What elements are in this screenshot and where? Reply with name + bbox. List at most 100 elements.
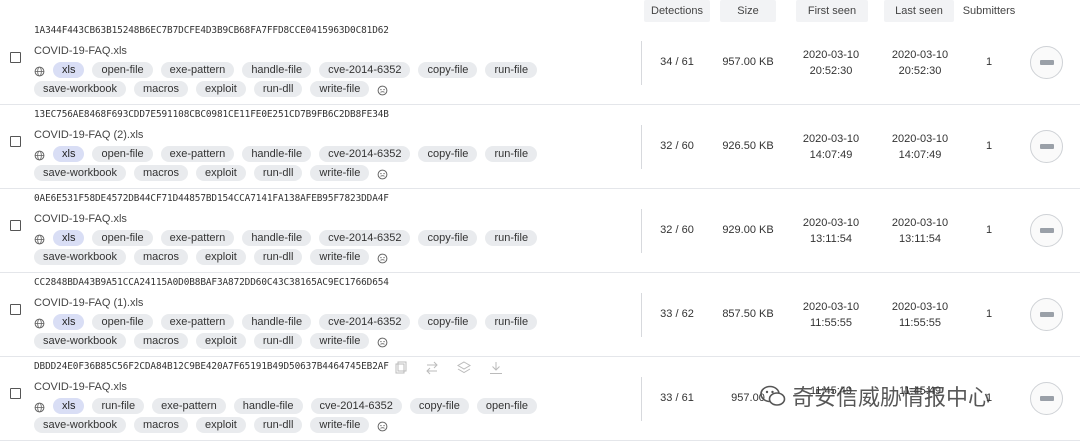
- table-row[interactable]: 0AE6E531F58DE4572DB44CF71D44857BD154CCA7…: [0, 189, 1080, 273]
- tag-chip[interactable]: exe-pattern: [160, 145, 235, 162]
- tag-chip[interactable]: xls: [53, 61, 85, 78]
- column-divider: [641, 125, 642, 169]
- row-checkbox[interactable]: [10, 304, 21, 315]
- tag-chip[interactable]: copy-file: [418, 145, 478, 162]
- file-name: COVID-19-FAQ (1).xls: [34, 297, 144, 309]
- tag-chip[interactable]: write-file: [310, 332, 370, 349]
- tag-chip[interactable]: exe-pattern: [160, 229, 235, 246]
- tag-chip[interactable]: handle-file: [233, 397, 303, 414]
- first-seen: 2020-03-10 20:52:30: [795, 47, 867, 79]
- tag-chip[interactable]: handle-file: [242, 229, 312, 246]
- tag-chip[interactable]: run-dll: [253, 248, 303, 265]
- tag-chip[interactable]: write-file: [310, 416, 370, 433]
- tag-chip[interactable]: save-workbook: [34, 164, 126, 181]
- file-hash-link[interactable]: 0AE6E531F58DE4572DB44CF71D44857BD154CCA7…: [34, 193, 389, 204]
- file-thumbnail[interactable]: [1030, 130, 1063, 163]
- tag-chip[interactable]: cve-2014-6352: [319, 61, 411, 78]
- tag-chip[interactable]: write-file: [310, 248, 370, 265]
- tag-chip[interactable]: exploit: [196, 80, 246, 97]
- download-icon[interactable]: [489, 361, 503, 375]
- tag-chip[interactable]: exe-pattern: [160, 313, 235, 330]
- last-seen-header[interactable]: Last seen: [884, 0, 954, 22]
- tag-chip[interactable]: cve-2014-6352: [319, 229, 411, 246]
- tag-chip[interactable]: save-workbook: [34, 248, 126, 265]
- last-seen-time: 14:07:49: [898, 149, 942, 161]
- table-row[interactable]: CC2848BDA43B9A51CCA24115A0D0B8BAF3A872DD…: [0, 273, 1080, 357]
- tag-chip[interactable]: open-file: [92, 313, 153, 330]
- tag-chip[interactable]: run-file: [485, 229, 538, 246]
- last-seen-date: 2020-03-10: [891, 217, 949, 229]
- file-thumbnail[interactable]: [1030, 46, 1063, 79]
- tag-chip[interactable]: handle-file: [242, 145, 312, 162]
- row-checkbox[interactable]: [10, 220, 21, 231]
- tag-chip[interactable]: xls: [53, 397, 85, 414]
- tag-chip[interactable]: write-file: [310, 164, 370, 181]
- tag-chip[interactable]: open-file: [476, 397, 538, 414]
- tag-chip[interactable]: cve-2014-6352: [319, 313, 411, 330]
- row-checkbox[interactable]: [10, 136, 21, 147]
- tag-chip[interactable]: exe-pattern: [160, 61, 235, 78]
- tag-chip[interactable]: exploit: [196, 164, 246, 181]
- tag-list: xls open-file exe-pattern handle-file cve-20…: [34, 313, 538, 330]
- file-hash-link[interactable]: DBDD24E0F36B85C56F2CDA84B12C9BE420A7F651…: [34, 361, 389, 372]
- size-header[interactable]: Size: [720, 0, 776, 22]
- thumbnail-mark: [1040, 144, 1054, 149]
- last-seen-date: 2020-03-10: [891, 301, 949, 313]
- tag-chip[interactable]: exploit: [196, 248, 246, 265]
- submitters-count: 1: [985, 56, 993, 68]
- similar-icon[interactable]: [457, 361, 471, 375]
- tag-chip[interactable]: macros: [133, 80, 189, 97]
- tag-chip[interactable]: copy-file: [418, 229, 478, 246]
- row-checkbox[interactable]: [10, 52, 21, 63]
- tag-chip[interactable]: xls: [53, 145, 85, 162]
- file-thumbnail[interactable]: [1030, 382, 1063, 415]
- tag-chip[interactable]: save-workbook: [34, 80, 126, 97]
- tag-chip[interactable]: run-dll: [253, 164, 303, 181]
- tag-chip[interactable]: run-dll: [253, 332, 303, 349]
- tag-chip[interactable]: xls: [53, 313, 85, 330]
- copy-icon[interactable]: [393, 361, 407, 375]
- file-thumbnail[interactable]: [1030, 298, 1063, 331]
- file-hash-link[interactable]: CC2848BDA43B9A51CCA24115A0D0B8BAF3A872DD…: [34, 277, 389, 288]
- tag-chip[interactable]: run-file: [485, 145, 538, 162]
- file-hash-link[interactable]: 1A344F443CB63B15248B6EC7B7DCFE4D3B9CB68F…: [34, 25, 389, 36]
- row-checkbox[interactable]: [10, 388, 21, 399]
- tag-chip[interactable]: run-file: [485, 61, 538, 78]
- tag-chip[interactable]: macros: [133, 248, 189, 265]
- tag-chip[interactable]: write-file: [310, 80, 370, 97]
- tag-chip[interactable]: macros: [133, 332, 189, 349]
- tag-chip[interactable]: run-file: [485, 313, 538, 330]
- tag-chip[interactable]: run-file: [92, 397, 145, 414]
- tag-chip[interactable]: macros: [133, 164, 189, 181]
- tag-chip[interactable]: exploit: [196, 332, 246, 349]
- tag-chip[interactable]: handle-file: [242, 313, 312, 330]
- tag-chip[interactable]: cve-2014-6352: [310, 397, 402, 414]
- tag-chip[interactable]: exploit: [196, 416, 246, 433]
- column-divider: [641, 377, 642, 421]
- tag-chip[interactable]: exe-pattern: [152, 397, 226, 414]
- tag-chip[interactable]: save-workbook: [34, 416, 126, 433]
- tag-chip[interactable]: open-file: [92, 145, 153, 162]
- table-row[interactable]: 13EC756AE8468F693CDD7E591108CBC0981CE11F…: [0, 105, 1080, 189]
- detections-header[interactable]: Detections: [644, 0, 710, 22]
- tag-chip[interactable]: macros: [133, 416, 189, 433]
- tag-chip[interactable]: open-file: [92, 229, 153, 246]
- tag-chip[interactable]: copy-file: [418, 313, 478, 330]
- file-hash-link[interactable]: 13EC756AE8468F693CDD7E591108CBC0981CE11F…: [34, 109, 389, 120]
- table-row[interactable]: 1A344F443CB63B15248B6EC7B7DCFE4D3B9CB68F…: [0, 21, 1080, 105]
- detections-ratio: 34 / 61: [660, 56, 694, 68]
- submitters-header[interactable]: Submitters: [958, 0, 1020, 22]
- tag-chip[interactable]: handle-file: [242, 61, 312, 78]
- compare-icon[interactable]: [425, 361, 439, 375]
- tag-chip[interactable]: copy-file: [418, 61, 478, 78]
- file-thumbnail[interactable]: [1030, 214, 1063, 247]
- first-seen-header[interactable]: First seen: [796, 0, 868, 22]
- thumbnail-mark: [1040, 396, 1054, 401]
- tag-chip[interactable]: save-workbook: [34, 332, 126, 349]
- tag-chip[interactable]: run-dll: [253, 416, 303, 433]
- tag-chip[interactable]: open-file: [92, 61, 153, 78]
- tag-chip[interactable]: copy-file: [409, 397, 469, 414]
- tag-chip[interactable]: cve-2014-6352: [319, 145, 411, 162]
- tag-chip[interactable]: run-dll: [253, 80, 303, 97]
- tag-chip[interactable]: xls: [53, 229, 85, 246]
